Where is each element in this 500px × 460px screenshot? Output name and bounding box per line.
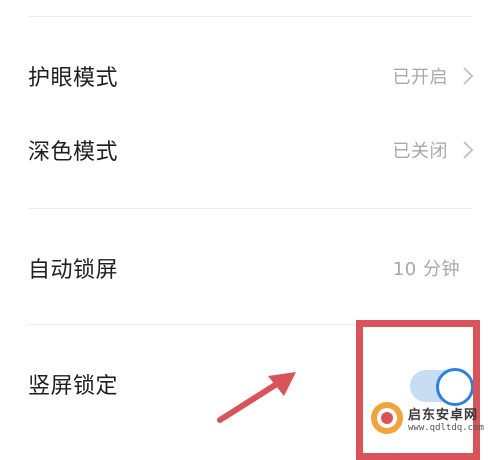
chevron-right-icon	[463, 67, 474, 85]
row-eye-protection[interactable]: 护眼模式 已开启	[0, 46, 500, 106]
portrait-lock-label: 竖屏锁定	[28, 374, 119, 399]
watermark-url: www.qdltdq.com	[408, 422, 484, 433]
auto-lock-label: 自动锁屏	[28, 258, 119, 283]
watermark-name: 启东安卓网	[408, 407, 479, 423]
section-divider	[28, 208, 472, 209]
row-auto-lock[interactable]: 自动锁屏 10 分钟	[0, 238, 500, 298]
dark-mode-label: 深色模式	[28, 140, 119, 165]
watermark: 启东安卓网 www.qdltdq.com	[370, 396, 494, 440]
watermark-logo	[371, 402, 403, 434]
top-divider	[28, 16, 472, 17]
chevron-right-icon	[463, 141, 474, 159]
annotation-arrow	[217, 372, 296, 423]
auto-lock-value: 10 分钟	[392, 259, 460, 280]
dark-mode-value: 已关闭	[392, 141, 448, 162]
eye-protection-label: 护眼模式	[28, 66, 119, 91]
row-dark-mode[interactable]: 深色模式 已关闭	[0, 120, 500, 180]
eye-protection-value: 已开启	[392, 67, 448, 88]
